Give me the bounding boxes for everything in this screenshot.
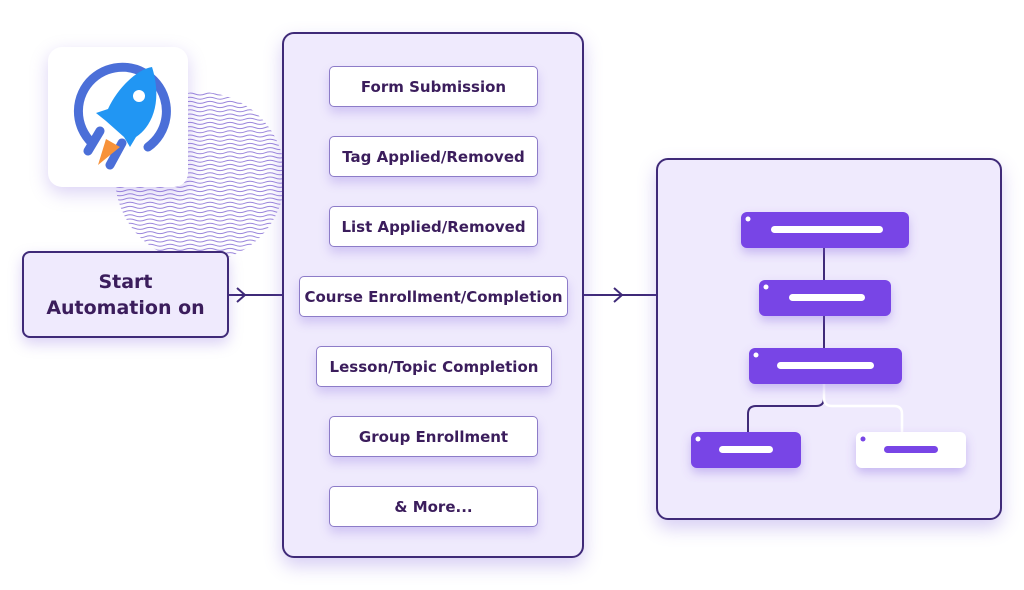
wave-line (115, 243, 285, 247)
wave-line (115, 201, 285, 205)
wave-line (115, 193, 285, 197)
start-label-line2: Automation on (46, 296, 205, 319)
arrow-triggers-to-flow (582, 287, 658, 303)
rocket-icon (73, 62, 171, 170)
wave-line (115, 205, 285, 209)
wave-line (115, 222, 285, 226)
wave-line (115, 189, 285, 193)
wave-line (115, 210, 285, 214)
flow-line-3-right (822, 384, 904, 432)
logo-tile (48, 47, 188, 187)
trigger-lesson-topic-completion[interactable]: Lesson/Topic Completion (316, 346, 552, 387)
trigger-panel: Form Submission Tag Applied/Removed List… (282, 32, 584, 558)
trigger-tag-applied-removed[interactable]: Tag Applied/Removed (329, 136, 538, 177)
trigger-form-submission[interactable]: Form Submission (329, 66, 538, 107)
arrow-start-to-triggers (229, 287, 285, 303)
wave-line (115, 239, 285, 243)
wave-line (115, 214, 285, 218)
wave-line (115, 226, 285, 230)
flow-node-1 (741, 212, 909, 248)
wave-line (115, 218, 285, 222)
trigger-course-enrollment-completion[interactable]: Course Enrollment/Completion (299, 276, 568, 317)
trigger-group-enrollment[interactable]: Group Enrollment (329, 416, 538, 457)
flow-node-2 (759, 280, 891, 316)
trigger-more[interactable]: & More... (329, 486, 538, 527)
start-automation-box: Start Automation on (22, 251, 229, 338)
wave-line (115, 235, 285, 239)
flow-node-3 (749, 348, 902, 384)
wave-line (115, 231, 285, 235)
workflow-diagram (691, 212, 966, 468)
flow-node-4 (691, 432, 801, 468)
start-label-line1: Start (98, 270, 153, 293)
flow-line-3-left (747, 384, 825, 432)
workflow-panel (656, 158, 1002, 520)
wave-line (115, 197, 285, 201)
flow-node-5 (856, 432, 966, 468)
trigger-list-applied-removed[interactable]: List Applied/Removed (329, 206, 538, 247)
